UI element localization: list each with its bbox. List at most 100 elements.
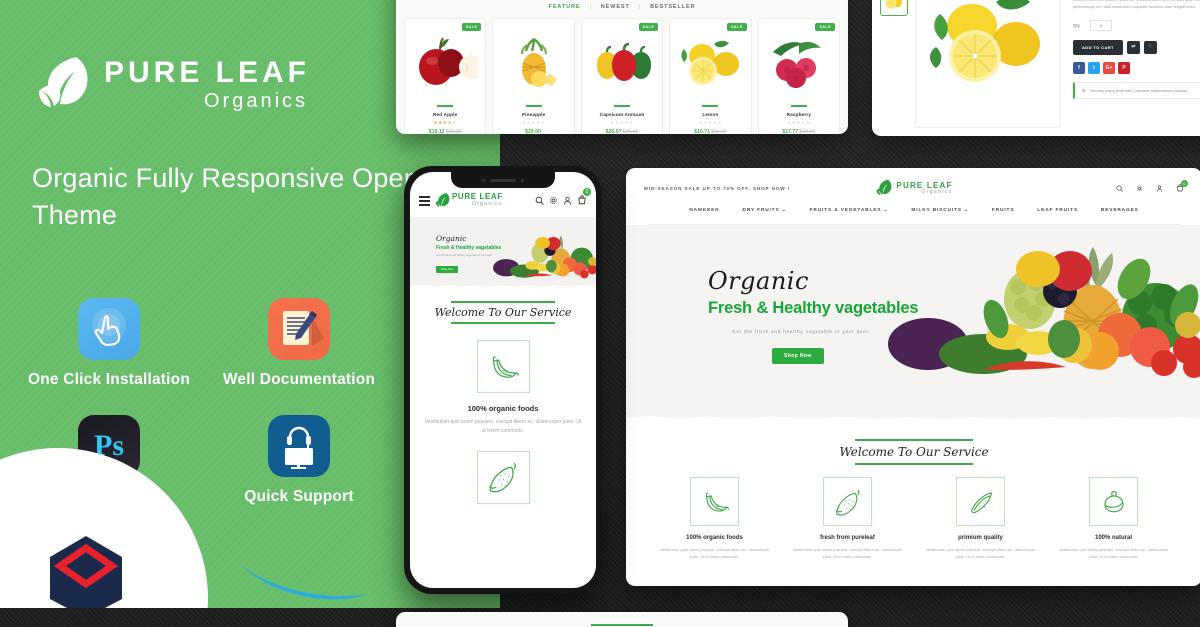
service-heading-block: Welcome To Our Service <box>626 439 1200 465</box>
hero-copy: Organic Fresh & Healthy vagetables Get t… <box>708 267 919 364</box>
action-buttons: ADD TO CART ⇄ ♡ <box>1073 39 1200 55</box>
product-price: $10.71$11.00 <box>694 129 726 134</box>
product-card[interactable]: SALE Red Apple ★★★★★ $19.12$20.00 <box>404 18 487 134</box>
add-to-cart-button[interactable]: ADD TO CART <box>1073 39 1123 55</box>
social-share-row: f t G+ P <box>1073 61 1200 74</box>
nav-item-milky-biscuits[interactable]: MILKY BISCUITS ⌄ <box>911 208 969 213</box>
hamburger-menu-icon[interactable] <box>419 196 430 206</box>
product-name: Pineapple <box>521 112 546 117</box>
product-tabs: FEATURE | NEWEST | BESTSELLER <box>396 0 848 10</box>
chevron-down-icon: ⌄ <box>781 208 787 213</box>
camera-dot <box>482 178 485 182</box>
search-icon[interactable] <box>1116 185 1123 192</box>
sale-badge: SALE <box>638 23 659 31</box>
brand-name-primary: PURE LEAF <box>452 192 503 202</box>
cart-count-badge: 0 <box>1181 180 1188 187</box>
nav-item-fruits[interactable]: FRUITS <box>992 208 1014 213</box>
promo-bar-text: MID-SEASON SALE UP TO 70% OFF. SHOP NOW … <box>644 185 791 191</box>
shop-now-button[interactable]: Shop Now <box>772 348 824 364</box>
service-name: 100% natural <box>1094 535 1133 541</box>
phone-mockup: PURE LEAF Organics 0 Organic Fresh & Hea… <box>404 166 602 594</box>
speaker-slot <box>490 178 516 182</box>
watermelon-icon <box>956 477 1005 526</box>
product-name: Red Apple <box>433 112 458 117</box>
gear-icon[interactable] <box>1136 185 1143 192</box>
gear-icon[interactable] <box>549 192 558 210</box>
product-image <box>759 30 839 96</box>
service-name: 100% organic foods <box>686 535 743 541</box>
facebook-icon[interactable]: f <box>1073 61 1085 74</box>
search-icon[interactable] <box>535 192 544 210</box>
price-current: $29.00 <box>525 129 542 134</box>
shield-icon: 🛡 <box>1081 87 1086 93</box>
service-name: fresh from pureleaf <box>820 535 875 541</box>
corn-icon <box>823 477 872 526</box>
brand-name-secondary: Organics <box>471 201 503 208</box>
quantity-row: Qty 1 <box>1073 19 1200 31</box>
service-item: fresh from pureleaf Vestibulum quis lore… <box>789 477 907 560</box>
sensor-dot <box>521 178 524 182</box>
tab-feature[interactable]: FEATURE <box>549 4 581 10</box>
shop-now-button[interactable]: Shop Now <box>436 266 458 273</box>
heart-icon[interactable]: ♡ <box>1143 40 1157 54</box>
service-name: 100% organic foods <box>467 404 539 413</box>
cart-icon[interactable]: 0 <box>1176 180 1188 192</box>
nav-item-beverages[interactable]: BEVERAGES <box>1101 208 1139 213</box>
service-heading: Welcome To Our Service <box>839 445 989 459</box>
chevron-down-icon: ⌄ <box>964 208 969 213</box>
quantity-stepper[interactable]: 1 <box>1090 19 1113 31</box>
corn-icon <box>476 450 530 504</box>
service-item: primium quality Vestibulum quis lorem po… <box>922 477 1040 560</box>
pinterest-icon[interactable]: P <box>1118 61 1130 74</box>
price-old: $29.00 <box>622 129 639 134</box>
nav-item-namkeen[interactable]: NAMKEEN <box>689 208 719 213</box>
cart-icon[interactable]: 0 <box>577 188 591 210</box>
product-card[interactable]: SALE Raspberry ★★★★★ $17.77$18.00 <box>757 18 841 134</box>
service-heading: Welcome To Our Service <box>434 306 572 319</box>
price-current: $17.77 <box>782 129 799 134</box>
service-text: Vestibulum quis lorem posuere, suscipit … <box>659 547 770 560</box>
vegetable-pile-image <box>493 235 596 279</box>
heading-rule-bottom <box>855 463 973 465</box>
leaf-logo-icon <box>39 57 88 107</box>
product-card[interactable]: SALE Lemon ★★★★★ $10.71$11.00 <box>669 18 752 134</box>
headset-monitor-icon <box>268 415 330 477</box>
sale-badge: SALE <box>461 23 482 31</box>
compare-icon[interactable]: ⇄ <box>1126 40 1140 54</box>
nav-item-fruits-vegetables[interactable]: FRUITS & VEGETABLES ⌄ <box>810 208 889 213</box>
brand-name-primary: PURE LEAF <box>104 55 311 89</box>
heading-rule-bottom <box>451 322 555 324</box>
nav-item-leaf-fruits[interactable]: LEAF FRUITS <box>1037 208 1078 213</box>
promo-banner-stage: PURE LEAF Organics Organic Fully Respons… <box>0 0 1200 627</box>
hero-script-title: Organic <box>708 267 809 295</box>
user-icon[interactable] <box>1156 185 1163 192</box>
product-price: $26.97$29.00 <box>606 129 639 134</box>
tab-bestseller[interactable]: BESTSELLER <box>650 4 695 10</box>
leaf-logo-icon <box>435 192 450 207</box>
product-main-image <box>915 0 1060 128</box>
product-image <box>582 30 662 96</box>
feature-well-documentation: Well Documentation <box>204 298 394 389</box>
pomegranate-icon <box>1089 477 1138 526</box>
opencart-logo-icon <box>50 536 122 608</box>
lemon-thumb[interactable] <box>880 0 908 16</box>
phone-brand[interactable]: PURE LEAF Organics <box>435 192 503 210</box>
desktop-brand[interactable]: PURE LEAF Organics <box>875 179 952 198</box>
nav-item-dry-fruits[interactable]: DRY FRUITS ⌄ <box>743 208 787 213</box>
hero-banner: Organic Fresh & Healthy vagetables Get t… <box>626 225 1200 425</box>
phone-service-heading-block: Welcome To Our Service <box>410 289 596 324</box>
rating-stars: ★★★★★ <box>521 120 546 125</box>
twitter-icon[interactable]: t <box>1088 61 1100 74</box>
user-icon[interactable] <box>563 192 572 210</box>
torn-paper-divider <box>626 416 1200 425</box>
google-plus-icon[interactable]: G+ <box>1103 61 1115 74</box>
heading-rule-top <box>855 439 973 441</box>
divider <box>614 105 631 107</box>
product-card[interactable]: SALE Capsicum Annuum ★★★★★ $26.97$29.00 <box>580 18 664 134</box>
product-image <box>493 30 573 96</box>
product-price: $19.12$20.00 <box>429 129 462 134</box>
tab-newest[interactable]: NEWEST <box>601 4 630 10</box>
product-card[interactable]: Pineapple ★★★★★ $29.00 <box>492 18 575 134</box>
banana-icon <box>690 477 739 526</box>
product-image <box>405 30 485 96</box>
